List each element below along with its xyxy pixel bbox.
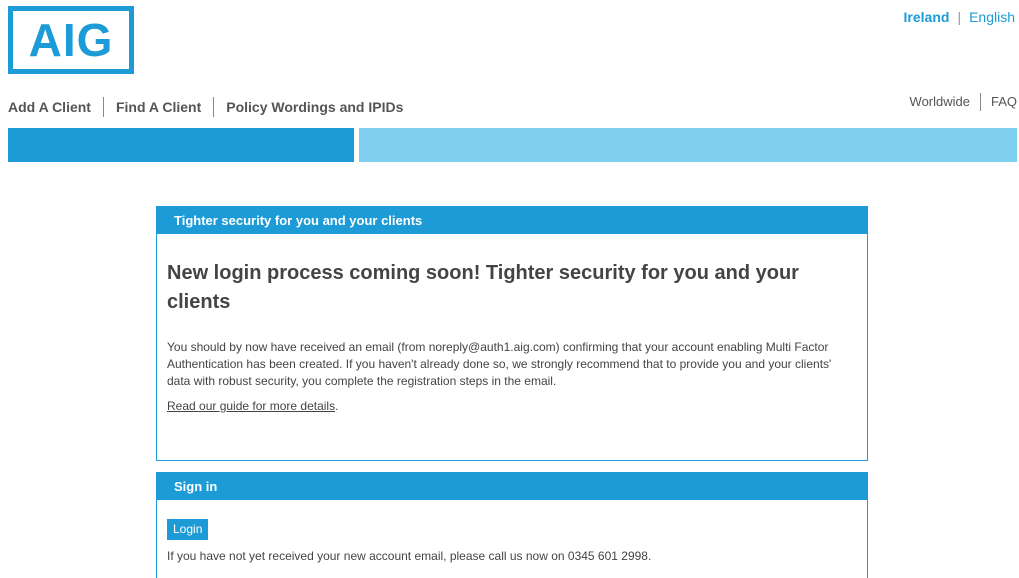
signin-help-text: If you have not yet received your new ac… — [167, 549, 652, 563]
country-link[interactable]: Ireland — [904, 9, 950, 25]
main-nav: Add A Client Find A Client Policy Wordin… — [8, 97, 415, 117]
nav-policy-wordings[interactable]: Policy Wordings and IPIDs — [213, 97, 415, 117]
locale-separator: | — [957, 9, 962, 25]
language-link[interactable]: English — [969, 9, 1015, 25]
signin-panel: Sign in Login If you have not yet receiv… — [156, 472, 868, 578]
login-button[interactable]: Login — [167, 519, 209, 540]
nav-faq[interactable]: FAQ — [979, 93, 1017, 111]
notice-heading: New login process coming soon! Tighter s… — [167, 262, 799, 313]
logo-text: AIG — [28, 14, 114, 66]
nav-find-client[interactable]: Find A Client — [102, 97, 213, 117]
utility-nav: Worldwide FAQ — [900, 93, 1017, 111]
notice-panel-header: Tighter security for you and your client… — [157, 207, 867, 234]
guide-paragraph: Read our guide for more details. — [167, 399, 857, 413]
signin-panel-header: Sign in — [157, 473, 867, 500]
nav-add-client[interactable]: Add A Client — [8, 97, 103, 117]
banner-bar-primary — [8, 128, 354, 162]
nav-worldwide[interactable]: Worldwide — [900, 93, 980, 111]
banner-bar-secondary — [359, 128, 1017, 162]
guide-link[interactable]: Read our guide for more details — [167, 399, 335, 413]
notice-body: You should by now have received an email… — [167, 340, 832, 388]
security-notice-panel: Tighter security for you and your client… — [156, 206, 868, 461]
aig-logo[interactable]: AIG — [8, 6, 134, 74]
guide-suffix: . — [335, 399, 339, 413]
locale-selector: Ireland | English — [904, 9, 1015, 25]
